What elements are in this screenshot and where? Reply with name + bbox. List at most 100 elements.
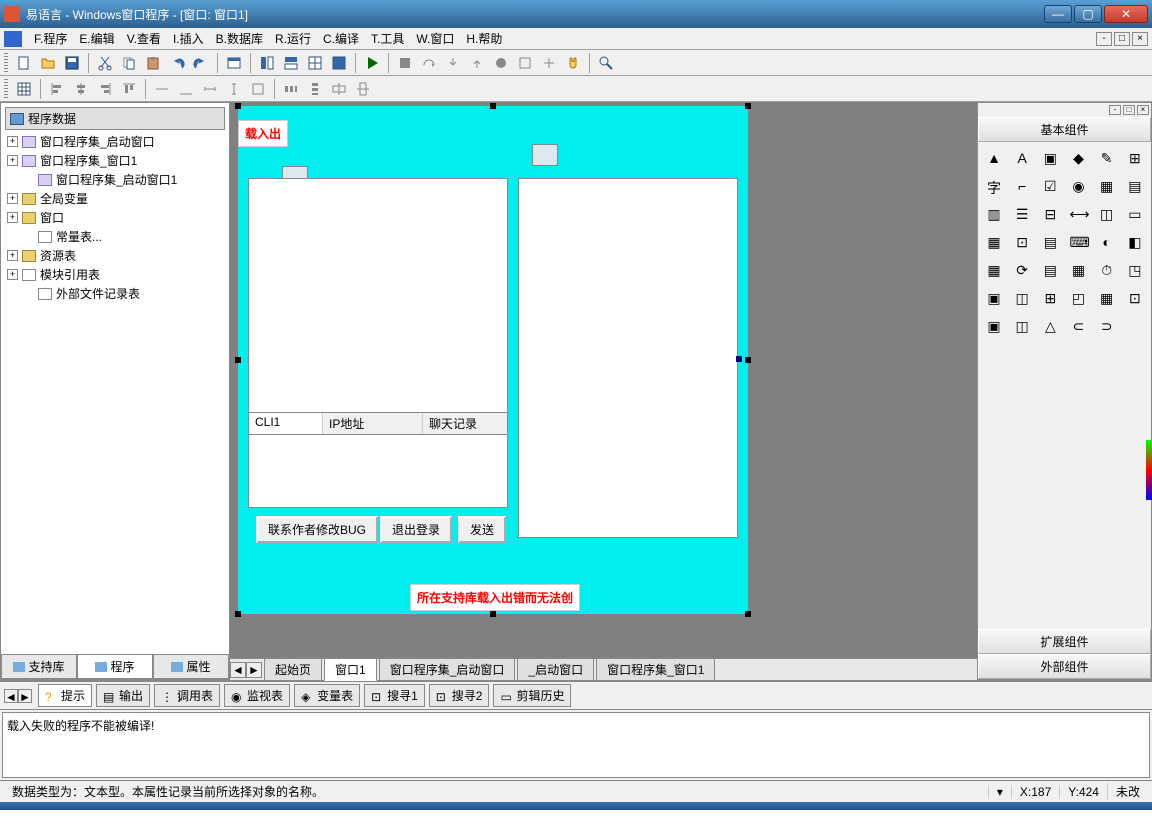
tree-node[interactable]: 外部文件记录表 [21, 284, 225, 303]
tab-vars[interactable]: ◈变量表 [294, 684, 360, 707]
palette-component-0[interactable]: ▲ [982, 146, 1006, 170]
palette-component-2[interactable]: ▣ [1038, 146, 1062, 170]
resize-handle[interactable] [745, 611, 751, 617]
center-v-button[interactable] [352, 78, 374, 100]
mdi-minimize[interactable]: - [1096, 32, 1112, 46]
component-icon[interactable] [532, 144, 558, 166]
palette-component-33[interactable]: ◰ [1066, 286, 1090, 310]
new-file-button[interactable] [13, 52, 35, 74]
tree-node[interactable]: +窗口程序集_窗口1 [5, 151, 225, 170]
form-designer[interactable]: 载入出 CLI1 IP地址 聊天记录 联系作者修改BUG 退出登录 发送 所在支… [238, 106, 748, 614]
palette-component-20[interactable]: ▤ [1038, 230, 1062, 254]
palette-component-29[interactable]: ◳ [1123, 258, 1147, 282]
tab-progset-start[interactable]: 窗口程序集_启动窗口 [379, 658, 516, 681]
paste-button[interactable] [142, 52, 164, 74]
layout2-button[interactable] [280, 52, 302, 74]
tab-watch[interactable]: ◉监视表 [224, 684, 290, 707]
palette-component-40[interactable]: ⊃ [1095, 314, 1119, 338]
grid-button[interactable] [13, 78, 35, 100]
palette-header-basic[interactable]: 基本组件 [978, 117, 1151, 142]
palette-component-26[interactable]: ▤ [1038, 258, 1062, 282]
menu-tools[interactable]: T.工具 [365, 28, 410, 49]
left-tab-properties[interactable]: 属性 [153, 655, 229, 679]
tree-header[interactable]: 程序数据 [5, 107, 225, 130]
palette-component-15[interactable]: ⟷ [1066, 202, 1090, 226]
layout1-button[interactable] [256, 52, 278, 74]
palette-component-9[interactable]: ◉ [1066, 174, 1090, 198]
close-button[interactable]: ✕ [1104, 5, 1148, 23]
tab-start[interactable]: 起始页 [264, 658, 322, 681]
tab-search2[interactable]: ⊡搜寻2 [429, 684, 490, 707]
align-center-h-button[interactable] [70, 78, 92, 100]
cut-button[interactable] [94, 52, 116, 74]
palette-component-32[interactable]: ⊞ [1038, 286, 1062, 310]
breakpoint-button[interactable] [490, 52, 512, 74]
palette-header-extend[interactable]: 扩展组件 [978, 629, 1151, 654]
stop-button[interactable] [394, 52, 416, 74]
mdi-close[interactable]: × [1132, 32, 1148, 46]
menu-help[interactable]: H.帮助 [460, 28, 508, 49]
menu-compile[interactable]: C.编译 [317, 28, 365, 49]
tab-calltable[interactable]: ⋮⋮调用表 [154, 684, 220, 707]
step-over-button[interactable] [418, 52, 440, 74]
palette-component-35[interactable]: ⊡ [1123, 286, 1147, 310]
toolbar-grip-2[interactable] [4, 79, 8, 99]
contact-button[interactable]: 联系作者修改BUG [256, 516, 378, 543]
debug-tool1-button[interactable] [514, 52, 536, 74]
design-canvas[interactable]: 载入出 CLI1 IP地址 聊天记录 联系作者修改BUG 退出登录 发送 所在支… [230, 102, 977, 680]
resize-handle[interactable] [235, 103, 241, 109]
menu-run[interactable]: R.运行 [269, 28, 317, 49]
palette-component-3[interactable]: ◆ [1066, 146, 1090, 170]
resize-handle[interactable] [745, 103, 751, 109]
tree-node[interactable]: +全局变量 [5, 189, 225, 208]
palette-component-37[interactable]: ◫ [1010, 314, 1034, 338]
undo-button[interactable] [166, 52, 188, 74]
align-top-button[interactable] [118, 78, 140, 100]
menu-database[interactable]: B.数据库 [210, 28, 269, 49]
palette-component-31[interactable]: ◫ [1010, 286, 1034, 310]
tab-next[interactable]: ► [246, 662, 262, 678]
palette-component-1[interactable]: A [1010, 146, 1034, 170]
tab-search1[interactable]: ⊡搜寻1 [364, 684, 425, 707]
palette-component-28[interactable]: ⏱ [1095, 258, 1119, 282]
layout4-button[interactable] [328, 52, 350, 74]
copy-button[interactable] [118, 52, 140, 74]
tree-node[interactable]: +窗口 [5, 208, 225, 227]
output-tab-next[interactable]: ► [18, 689, 32, 703]
palette-component-34[interactable]: ▦ [1095, 286, 1119, 310]
tab-prev[interactable]: ◄ [230, 662, 246, 678]
error-label-control[interactable]: 所在支持库载入出错而无法创 [410, 584, 580, 611]
debug-tool2-button[interactable] [538, 52, 560, 74]
palette-close-icon[interactable]: × [1137, 105, 1149, 115]
logout-button[interactable]: 退出登录 [380, 516, 452, 543]
expand-icon[interactable]: + [7, 269, 18, 280]
palette-component-18[interactable]: ▦ [982, 230, 1006, 254]
palette-min-icon[interactable]: - [1109, 105, 1121, 115]
maximize-button[interactable]: ▢ [1074, 5, 1102, 23]
palette-component-36[interactable]: ▣ [982, 314, 1006, 338]
step-into-button[interactable] [442, 52, 464, 74]
toolbar-grip[interactable] [4, 53, 8, 73]
palette-component-21[interactable]: ⌨ [1066, 230, 1090, 254]
redo-button[interactable] [190, 52, 212, 74]
left-tab-support[interactable]: 支持库 [1, 655, 77, 679]
expand-icon[interactable]: + [7, 136, 18, 147]
center-h-button[interactable] [328, 78, 350, 100]
palette-component-38[interactable]: △ [1038, 314, 1062, 338]
selection-handle[interactable] [736, 356, 742, 362]
palette-component-8[interactable]: ☑ [1038, 174, 1062, 198]
layout3-button[interactable] [304, 52, 326, 74]
palette-component-14[interactable]: ⊟ [1038, 202, 1062, 226]
left-tab-program[interactable]: 程序 [77, 655, 153, 679]
tab-window1[interactable]: 窗口1 [324, 658, 377, 681]
menu-program[interactable]: F.程序 [28, 28, 73, 49]
palette-component-16[interactable]: ◫ [1095, 202, 1119, 226]
tree-node[interactable]: +窗口程序集_启动窗口 [5, 132, 225, 151]
palette-component-12[interactable]: ▥ [982, 202, 1006, 226]
send-button[interactable]: 发送 [458, 516, 506, 543]
palette-component-10[interactable]: ▦ [1095, 174, 1119, 198]
resize-handle[interactable] [490, 103, 496, 109]
step-out-button[interactable] [466, 52, 488, 74]
palette-header-external[interactable]: 外部组件 [978, 654, 1151, 679]
project-tree[interactable]: 程序数据 +窗口程序集_启动窗口+窗口程序集_窗口1窗口程序集_启动窗口1+全局… [1, 103, 229, 654]
